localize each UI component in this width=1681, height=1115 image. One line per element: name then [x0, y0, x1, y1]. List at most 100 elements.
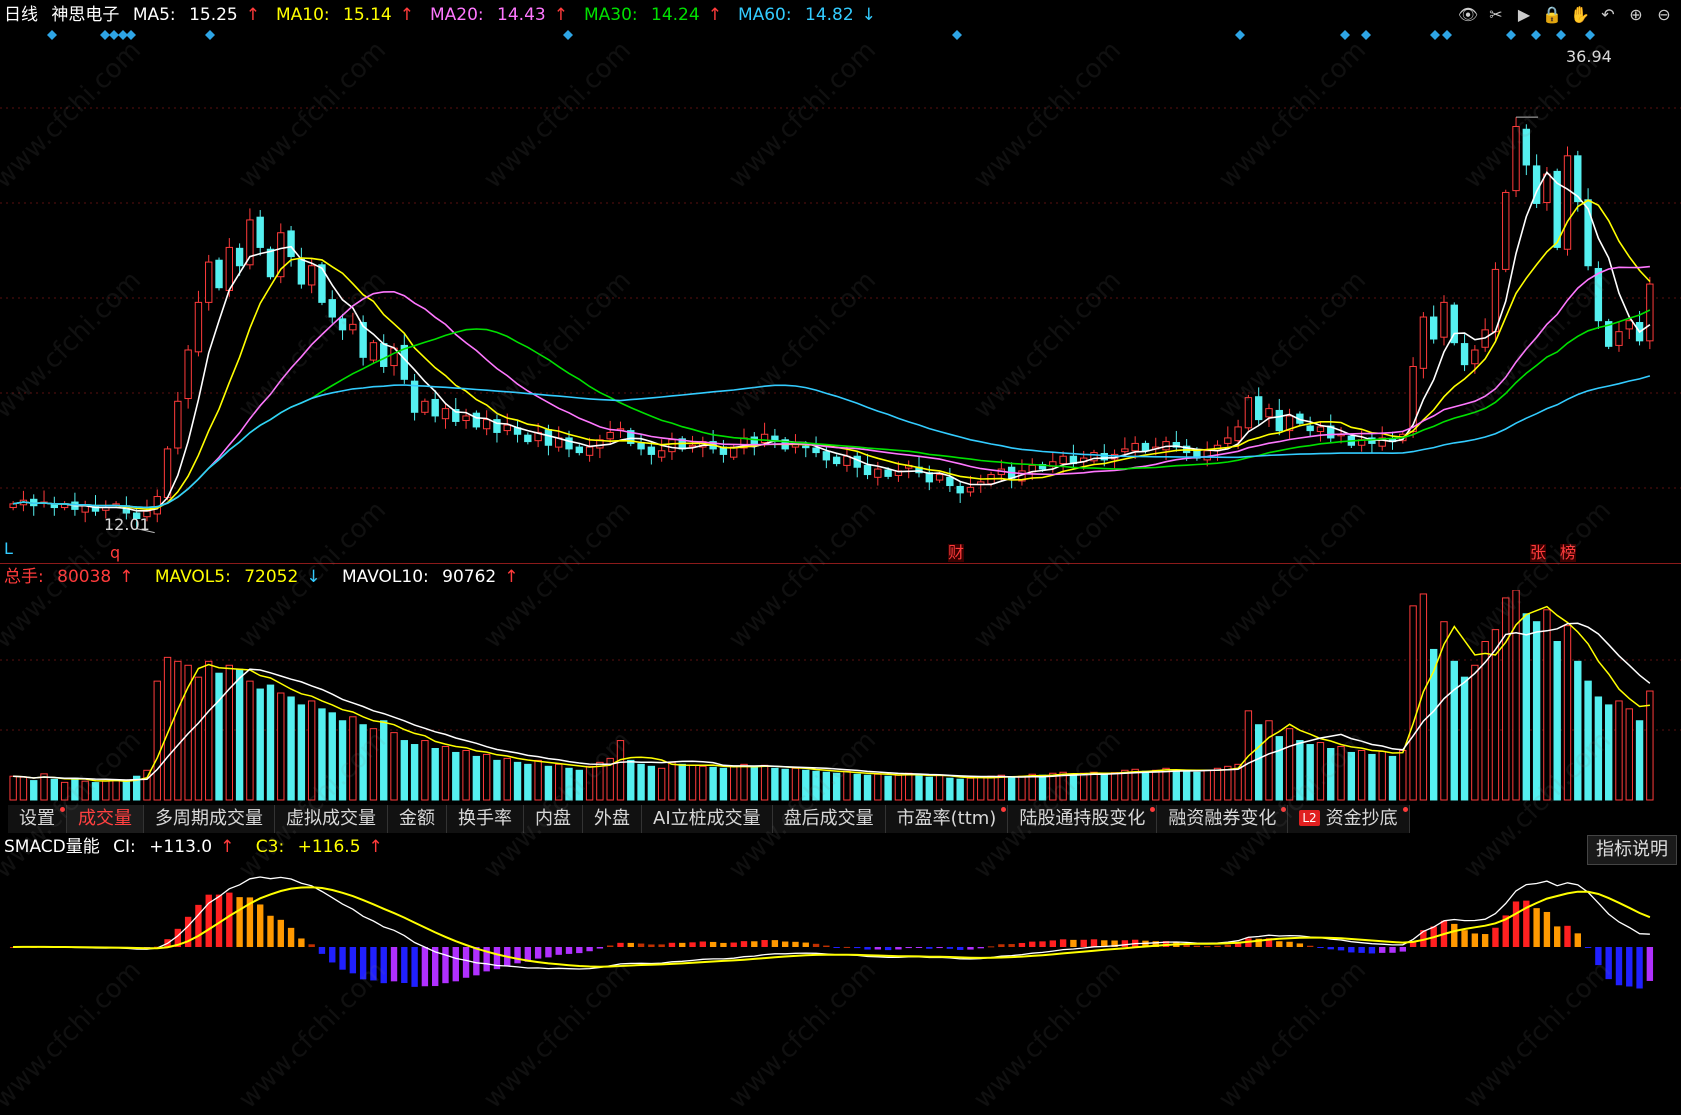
volume-bar [503, 757, 511, 801]
price-chart[interactable] [0, 28, 1681, 563]
ma-label: MA60: [737, 5, 797, 25]
candle-body [606, 431, 614, 440]
candle-body [472, 412, 481, 428]
volume-bar [1532, 621, 1541, 801]
candle-body [287, 230, 295, 258]
zoom-out-icon[interactable]: ⊖ [1653, 4, 1675, 26]
price-header: 日线 神思电子 MA5: 15.25 ↑ MA10: 15.14 ↑ MA20: 14.… [4, 3, 900, 27]
macd-histogram-bar [956, 947, 964, 950]
tab-7[interactable]: 外盘 [583, 805, 642, 833]
marker-dragon-tiger-list[interactable]: 榜 [1560, 544, 1577, 562]
tab-label: 内盘 [535, 808, 571, 829]
macd-histogram-bar [565, 947, 573, 954]
tab-label: 市盈率(ttm) [896, 808, 997, 829]
tab-13[interactable]: L2 资金抄底 [1288, 805, 1410, 833]
tab-1[interactable]: 成交量 [67, 805, 144, 833]
macd-chart[interactable] [0, 865, 1681, 1005]
scissors-icon[interactable]: ✂ [1485, 4, 1507, 26]
tab-12[interactable]: 融资融券变化 [1157, 805, 1289, 833]
macd-histogram-bar [267, 915, 274, 947]
macd-histogram-bar [514, 947, 521, 964]
volume-bar [50, 778, 59, 801]
candle-body [163, 448, 172, 498]
indicator-explain-button[interactable]: 指标说明 [1587, 835, 1677, 865]
volume-bar [884, 775, 892, 801]
volume-bar [1059, 771, 1067, 801]
macd-histogram-bar [1327, 947, 1334, 950]
candle-body [524, 434, 532, 443]
c3-label: C3: [255, 837, 285, 857]
volume-chart[interactable] [0, 590, 1681, 802]
candle-body [338, 318, 347, 331]
tab-10[interactable]: 市盈率(ttm) [885, 805, 1009, 833]
macd-histogram-bar [874, 947, 882, 950]
macd-histogram-bar [689, 942, 696, 947]
tab-5[interactable]: 换手率 [447, 805, 524, 833]
volume-bar [1306, 744, 1314, 801]
undo-icon[interactable]: ↶ [1597, 4, 1619, 26]
ma-direction-arrow: ↓ [861, 5, 876, 25]
macd-histogram-bar [1276, 941, 1283, 947]
candle-body [863, 464, 872, 476]
candle-body [1460, 343, 1469, 366]
tab-2[interactable]: 多周期成交量 [144, 805, 275, 833]
signal-diamond [109, 30, 119, 40]
tab-0[interactable]: 设置 [8, 805, 67, 833]
macd-histogram-bar [617, 942, 624, 947]
macd-histogram-bar [781, 941, 789, 947]
macd-histogram-bar [1389, 947, 1396, 953]
volume-bar [1388, 755, 1397, 801]
candle-body [853, 455, 861, 468]
stock-name[interactable]: 神思电子 [51, 5, 119, 25]
volume-bar [966, 777, 975, 801]
macd-name[interactable]: SMACD量能 [4, 837, 100, 857]
candle-body [1265, 408, 1273, 418]
macd-histogram-bar [1070, 939, 1077, 947]
hand-icon[interactable]: ✋ [1569, 4, 1591, 26]
tab-11[interactable]: 陆股通持股变化 [1008, 805, 1158, 833]
zoom-in-icon[interactable]: ⊕ [1625, 4, 1647, 26]
volume-bar [1450, 660, 1458, 801]
volume-bar [297, 704, 306, 801]
macd-histogram-bar [1605, 947, 1612, 980]
volume-bar [1080, 772, 1088, 801]
mavol5-arrow: ↓ [306, 567, 321, 587]
tab-9[interactable]: 盘后成交量 [772, 805, 886, 833]
marker-financial-report[interactable]: 财 [948, 544, 965, 562]
macd-histogram-bar [452, 947, 459, 982]
signal-diamond [100, 30, 110, 40]
candle-body [647, 446, 656, 455]
macd-histogram-bar [627, 942, 634, 947]
volume-bar [390, 732, 398, 801]
tab-3[interactable]: 虚拟成交量 [275, 805, 388, 833]
volume-bar [1563, 625, 1572, 801]
signal-diamond [1442, 30, 1452, 40]
volume-bar [668, 761, 676, 801]
pane-divider[interactable] [0, 563, 1681, 564]
macd-histogram-bar [308, 944, 315, 947]
ma-direction-arrow: ↑ [399, 5, 414, 25]
play-icon[interactable]: ▶ [1513, 4, 1535, 26]
macd-histogram-bar [864, 947, 871, 950]
macd-histogram-bar [854, 947, 861, 949]
indicator-tabbar: 设置 成交量 多周期成交量 虚拟成交量 金额 换手率 内盘 外盘 AI立桩成交量 盘后成交量 市盈率… [8, 805, 1410, 833]
period-label[interactable]: 日线 [4, 5, 38, 25]
candle-body [205, 261, 213, 303]
marker-limit-up[interactable]: 张 [1530, 544, 1547, 562]
candle-body [307, 265, 316, 286]
macd-histogram-bar [596, 947, 604, 949]
volume-bar [1193, 771, 1201, 801]
macd-histogram-bar [576, 947, 583, 954]
volume-bar [1502, 597, 1510, 801]
macd-histogram-bar [1636, 947, 1643, 989]
lock-icon[interactable]: 🔒 [1541, 4, 1563, 26]
tab-6[interactable]: 内盘 [524, 805, 583, 833]
macd-histogram-bar [329, 947, 336, 963]
candle-body [1615, 331, 1623, 346]
eye-icon[interactable]: 👁 [1457, 4, 1479, 26]
macd-histogram-bar [349, 947, 357, 974]
tab-4[interactable]: 金额 [388, 805, 447, 833]
candle-body [637, 442, 645, 450]
tab-8[interactable]: AI立桩成交量 [642, 805, 773, 833]
volume-bar [781, 768, 789, 801]
